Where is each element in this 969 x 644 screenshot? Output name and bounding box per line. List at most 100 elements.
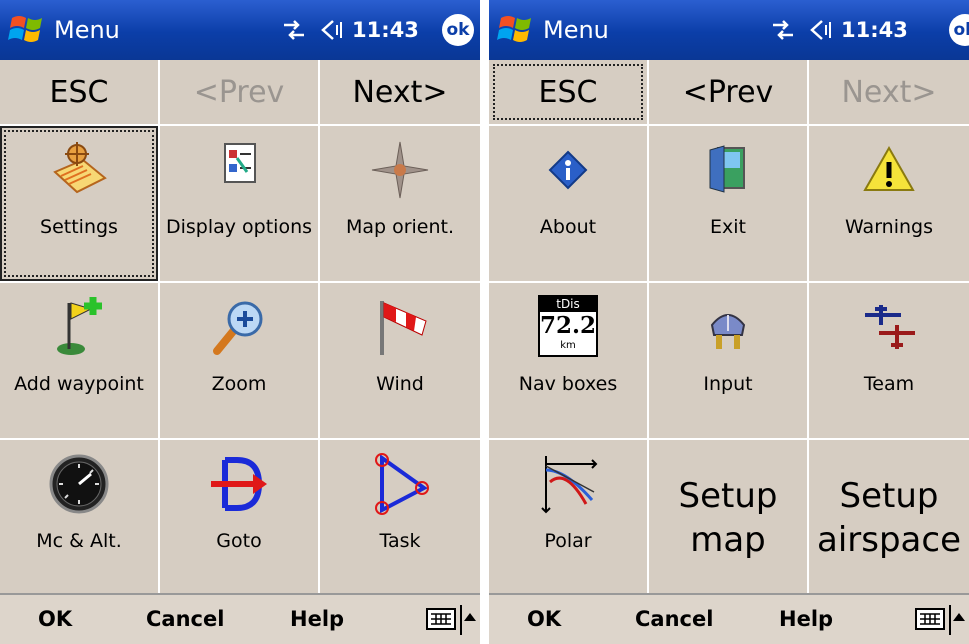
tile-label: Wind bbox=[376, 373, 424, 395]
window-title: Menu bbox=[54, 16, 120, 44]
tile-add-waypoint[interactable]: Add waypoint bbox=[0, 283, 160, 438]
help-softkey[interactable]: Help bbox=[290, 595, 344, 644]
input-selector-arrow-icon[interactable] bbox=[953, 613, 965, 621]
menu-grid: ESC <Prev Next> About Exit Warnings tDis… bbox=[489, 60, 969, 595]
nav-box-value: 72.2 bbox=[540, 312, 597, 339]
next-button: Next> bbox=[809, 60, 969, 124]
tile-text: Setup airspace bbox=[817, 474, 961, 562]
tile-label: Goto bbox=[216, 530, 262, 552]
team-gliders-icon bbox=[865, 305, 915, 349]
help-softkey[interactable]: Help bbox=[779, 595, 833, 644]
display-options-icon bbox=[224, 143, 256, 183]
connectivity-icon[interactable] bbox=[282, 18, 306, 42]
tile-polar[interactable]: Polar bbox=[489, 440, 649, 595]
tile-label: Polar bbox=[544, 530, 592, 552]
window-title: Menu bbox=[543, 16, 609, 44]
info-icon bbox=[548, 150, 588, 190]
tile-label: Nav boxes bbox=[518, 373, 618, 395]
menu-grid: ESC <Prev Next> Settings Display options bbox=[0, 60, 480, 595]
clock[interactable]: 11:43 bbox=[352, 0, 419, 60]
separator bbox=[949, 605, 951, 635]
tile-label: Warnings bbox=[844, 216, 933, 238]
esc-button[interactable]: ESC bbox=[489, 60, 649, 124]
tile-label: Display options bbox=[165, 216, 313, 238]
tile-text-line: map bbox=[690, 519, 766, 560]
tile-goto[interactable]: Goto bbox=[160, 440, 320, 595]
tile-text-line: Setup bbox=[678, 475, 778, 516]
exit-door-icon bbox=[709, 145, 745, 193]
right-screen: Menu 11:43 ok ESC <Prev Next> bbox=[489, 0, 969, 644]
nav-box-title: tDis bbox=[540, 297, 596, 312]
prev-button: <Prev bbox=[160, 60, 320, 124]
tile-label: About bbox=[539, 216, 597, 238]
tile-label: Map orient. bbox=[345, 216, 455, 238]
cancel-softkey[interactable]: Cancel bbox=[146, 595, 224, 644]
tile-label: Exit bbox=[710, 216, 746, 238]
tile-label: Settings bbox=[40, 216, 118, 238]
polar-chart-icon bbox=[541, 456, 598, 514]
ok-button[interactable]: ok bbox=[949, 14, 969, 46]
tile-text-line: Setup bbox=[839, 475, 939, 516]
goto-icon bbox=[211, 457, 267, 511]
compass-icon bbox=[371, 141, 429, 199]
left-screen: Menu 11:43 ok ESC <Prev Next> Settings D… bbox=[0, 0, 480, 644]
tile-nav-boxes[interactable]: tDis 72.2 km Nav boxes bbox=[489, 283, 649, 438]
cancel-softkey[interactable]: Cancel bbox=[635, 595, 713, 644]
tile-text-line: airspace bbox=[816, 519, 961, 560]
tile-setup-airspace[interactable]: Setup airspace bbox=[809, 440, 969, 595]
windsock-icon bbox=[380, 301, 427, 355]
tile-mc-alt[interactable]: Mc & Alt. bbox=[0, 440, 160, 595]
windows-start-icon[interactable] bbox=[8, 10, 48, 50]
focus-frame bbox=[493, 64, 643, 120]
soft-key-bar: OK Cancel Help bbox=[489, 593, 969, 644]
keyboard-icon[interactable] bbox=[426, 607, 456, 631]
tile-label: Add waypoint bbox=[14, 373, 144, 395]
volume-icon[interactable] bbox=[320, 17, 346, 43]
task-icon bbox=[375, 453, 429, 515]
ok-softkey[interactable]: OK bbox=[527, 595, 561, 644]
connectivity-icon[interactable] bbox=[771, 18, 795, 42]
volume-icon[interactable] bbox=[809, 17, 835, 43]
ok-button[interactable]: ok bbox=[442, 14, 474, 46]
keyboard-icon[interactable] bbox=[915, 607, 945, 631]
tile-task[interactable]: Task bbox=[320, 440, 480, 595]
tile-label: Zoom bbox=[211, 373, 267, 395]
add-waypoint-icon bbox=[57, 297, 102, 355]
settings-icon bbox=[53, 142, 107, 194]
soft-key-bar: OK Cancel Help bbox=[0, 593, 480, 644]
tile-input[interactable]: Input bbox=[649, 283, 809, 438]
windows-start-icon[interactable] bbox=[497, 10, 537, 50]
tile-map-orient[interactable]: Map orient. bbox=[320, 126, 480, 281]
next-button[interactable]: Next> bbox=[320, 60, 480, 124]
tile-label: Task bbox=[379, 530, 421, 552]
tile-label: Team bbox=[863, 373, 915, 395]
status-area: 11:43 ok bbox=[260, 0, 480, 60]
tile-text: Setup map bbox=[679, 474, 778, 562]
tile-settings[interactable]: Settings bbox=[0, 126, 160, 281]
separator bbox=[460, 605, 462, 635]
tile-about[interactable]: About bbox=[489, 126, 649, 281]
esc-button[interactable]: ESC bbox=[0, 60, 160, 124]
nav-boxes-icon: tDis 72.2 km bbox=[538, 295, 598, 357]
title-bar: Menu 11:43 ok bbox=[489, 0, 969, 60]
tile-label: Mc & Alt. bbox=[36, 530, 122, 552]
tile-wind[interactable]: Wind bbox=[320, 283, 480, 438]
input-selector-arrow-icon[interactable] bbox=[464, 613, 476, 621]
tile-display-options[interactable]: Display options bbox=[160, 126, 320, 281]
clock[interactable]: 11:43 bbox=[841, 0, 908, 60]
prev-button[interactable]: <Prev bbox=[649, 60, 809, 124]
zoom-icon bbox=[213, 301, 263, 355]
tile-setup-map[interactable]: Setup map bbox=[649, 440, 809, 595]
altimeter-icon bbox=[49, 454, 109, 514]
status-area: 11:43 ok bbox=[749, 0, 969, 60]
tile-label: Input bbox=[703, 373, 753, 395]
input-plug-icon bbox=[710, 314, 746, 349]
tile-zoom[interactable]: Zoom bbox=[160, 283, 320, 438]
tile-exit[interactable]: Exit bbox=[649, 126, 809, 281]
ok-softkey[interactable]: OK bbox=[38, 595, 72, 644]
nav-box-unit: km bbox=[560, 340, 576, 351]
warning-icon bbox=[863, 145, 915, 191]
title-bar: Menu 11:43 ok bbox=[0, 0, 480, 60]
tile-team[interactable]: Team bbox=[809, 283, 969, 438]
tile-warnings[interactable]: Warnings bbox=[809, 126, 969, 281]
